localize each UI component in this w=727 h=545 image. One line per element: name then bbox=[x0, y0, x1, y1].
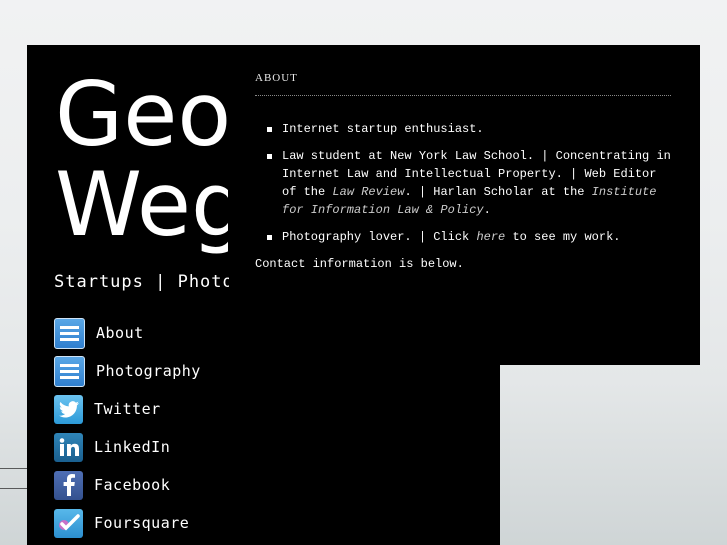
site-title: George Wegner bbox=[55, 70, 228, 260]
site-tagline: Startups | Photography bbox=[54, 272, 229, 292]
list-item: Photography lover. | Click here to see m… bbox=[267, 228, 671, 246]
nav-item-linkedin[interactable]: LinkedIn bbox=[54, 428, 201, 466]
nav-label: LinkedIn bbox=[94, 438, 171, 456]
contact-note: Contact information is below. bbox=[255, 257, 464, 271]
bio-text: . bbox=[483, 203, 491, 217]
list-item: Internet startup enthusiast. bbox=[267, 120, 671, 138]
power-line bbox=[0, 468, 30, 469]
bio-text: Internet startup enthusiast. bbox=[282, 122, 484, 136]
law-review-text: Law Review bbox=[332, 185, 405, 199]
section-heading: ABOUT bbox=[255, 72, 671, 96]
bio-list: Internet startup enthusiast. Law student… bbox=[255, 120, 671, 246]
power-line bbox=[0, 488, 30, 489]
facebook-icon bbox=[54, 470, 83, 500]
menu-icon bbox=[54, 317, 85, 349]
nav-item-about[interactable]: About bbox=[54, 314, 201, 352]
menu-icon bbox=[54, 355, 85, 387]
linkedin-icon bbox=[54, 432, 83, 462]
photography-link[interactable]: here bbox=[476, 230, 505, 244]
nav-item-foursquare[interactable]: Foursquare bbox=[54, 504, 201, 542]
about-section: ABOUT Internet startup enthusiast. Law s… bbox=[255, 72, 671, 273]
nav-item-twitter[interactable]: Twitter bbox=[54, 390, 201, 428]
nav-label: Facebook bbox=[94, 476, 171, 494]
social-nav: About Photography Twitter LinkedIn Faceb… bbox=[54, 314, 201, 542]
bio-text: Photography lover. | Click bbox=[282, 230, 477, 244]
nav-item-photography[interactable]: Photography bbox=[54, 352, 201, 390]
bio-text: . | Harlan Scholar at the bbox=[404, 185, 592, 199]
tagline-container: Startups | Photography bbox=[54, 272, 229, 302]
bio-text: to see my work. bbox=[505, 230, 621, 244]
nav-label: Foursquare bbox=[94, 514, 190, 532]
twitter-icon bbox=[54, 394, 83, 424]
site-title-line1: George bbox=[55, 70, 228, 166]
nav-label: Photography bbox=[96, 362, 201, 380]
foursquare-icon bbox=[54, 508, 83, 538]
site-title-line2: Wegner bbox=[55, 153, 228, 256]
nav-item-facebook[interactable]: Facebook bbox=[54, 466, 201, 504]
nav-label: About bbox=[96, 324, 144, 342]
nav-label: Twitter bbox=[94, 400, 161, 418]
list-item: Law student at New York Law School. | Co… bbox=[267, 147, 671, 219]
